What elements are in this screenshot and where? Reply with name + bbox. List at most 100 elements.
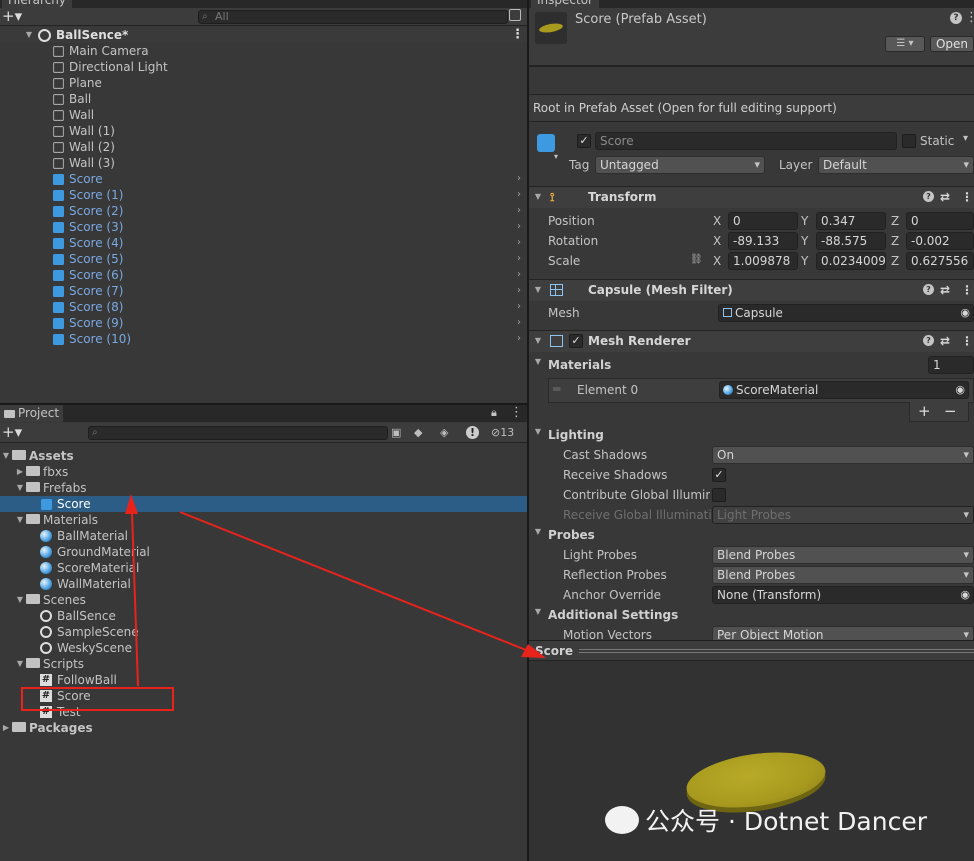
hierarchy-item[interactable]: Score › [0,171,527,187]
constrain-proportions-icon[interactable]: ⛓ [690,254,703,265]
project-item[interactable]: ▼ Materials [0,512,527,528]
project-item[interactable]: ▶ fbxs [0,464,527,480]
transform-header[interactable]: ▼ ⟟ Transform ? ⇄ ⋮ [529,186,974,208]
open-prefab-chevron-icon[interactable]: › [517,283,521,299]
search-by-type-icon[interactable]: ▣ [391,426,401,440]
lock-icon[interactable]: 🔒︎ [491,406,497,420]
project-item[interactable]: BallMaterial [0,528,527,544]
hierarchy-item[interactable]: Score (2) › [0,203,527,219]
help-icon[interactable]: ? [950,12,962,24]
scene-header[interactable]: ▼ BallSence* ⋮ [0,27,527,43]
rotation-x-field[interactable]: -89.133 [728,232,798,250]
project-item[interactable]: Score [0,496,527,512]
scale-z-field[interactable]: 0.627556 [906,252,974,270]
probes-expand-icon[interactable]: ▼ [533,527,543,536]
expand-arrow-icon[interactable]: ▼ [15,480,25,496]
expand-arrow-icon[interactable]: ▼ [15,592,25,608]
help-icon[interactable]: ? [923,335,934,346]
error-filter-icon[interactable]: ! [466,426,479,439]
open-prefab-chevron-icon[interactable]: › [517,171,521,187]
hierarchy-item[interactable]: Wall (1) [0,123,527,139]
lighting-expand-icon[interactable]: ▼ [533,427,543,436]
more-menu-icon[interactable]: ⋮ [961,280,973,300]
project-item[interactable]: ▼ Scripts [0,656,527,672]
layer-dropdown[interactable]: Default [818,156,974,174]
filter-by-type-icon[interactable]: ◆ [414,426,422,440]
project-item[interactable]: # Test [0,704,527,720]
hierarchy-item[interactable]: Wall (3) [0,155,527,171]
more-menu-icon[interactable]: ⋮ [961,187,973,207]
tab-inspector[interactable]: Inspector [531,0,599,8]
remove-element-button[interactable]: − [944,402,957,420]
object-name-field[interactable]: Score [595,132,897,150]
scale-y-field[interactable]: 0.0234009 [816,252,886,270]
expand-arrow-icon[interactable]: ▼ [15,656,25,672]
create-asset-button[interactable]: +▾ [2,424,22,440]
object-picker-icon[interactable]: ◉ [960,305,970,321]
materials-count-field[interactable]: 1 [928,356,974,374]
open-prefab-chevron-icon[interactable]: › [517,187,521,203]
y-axis-label[interactable]: Y [801,213,808,229]
position-z-field[interactable]: 0 [906,212,974,230]
z-axis-label[interactable]: Z [891,233,899,249]
hierarchy-item[interactable]: Score (5) › [0,251,527,267]
hierarchy-item[interactable]: Score (10) › [0,331,527,347]
project-item[interactable]: ▼ Scenes [0,592,527,608]
open-prefab-chevron-icon[interactable]: › [517,331,521,347]
hierarchy-item[interactable]: Main Camera [0,43,527,59]
project-item[interactable]: GroundMaterial [0,544,527,560]
position-x-field[interactable]: 0 [728,212,798,230]
hierarchy-item[interactable]: Score (9) › [0,315,527,331]
anchor-override-field[interactable]: None (Transform) ◉ [712,586,974,604]
expand-arrow-icon[interactable]: ▼ [533,331,543,351]
tag-dropdown[interactable]: Untagged [595,156,765,174]
hidden-packages-icon[interactable]: ⊘13 [491,426,514,440]
open-prefab-button[interactable]: Open [930,36,974,52]
reflection-probes-dropdown[interactable]: Blend Probes [712,566,974,584]
materials-expand-icon[interactable]: ▼ [533,357,543,366]
hierarchy-search-input[interactable]: ⌕ All [198,10,508,24]
static-checkbox[interactable] [902,134,916,148]
presets-icon[interactable]: ⇄ [940,331,950,351]
expand-arrow-icon[interactable]: ▼ [24,27,34,43]
light-probes-dropdown[interactable]: Blend Probes [712,546,974,564]
presets-icon[interactable]: ⇄ [940,280,950,300]
z-axis-label[interactable]: Z [891,213,899,229]
project-item[interactable]: SampleScene [0,624,527,640]
more-menu-icon[interactable]: ⋮ [510,405,523,420]
open-prefab-chevron-icon[interactable]: › [517,267,521,283]
project-item[interactable]: WallMaterial [0,576,527,592]
hierarchy-item[interactable]: Score (4) › [0,235,527,251]
project-item[interactable]: ScoreMaterial [0,560,527,576]
mesh-filter-header[interactable]: ▼ Capsule (Mesh Filter) ? ⇄ ⋮ [529,279,974,301]
mesh-renderer-header[interactable]: ▼ ✓ Mesh Renderer ? ⇄ ⋮ [529,330,974,352]
rotation-y-field[interactable]: -88.575 [816,232,886,250]
hierarchy-item[interactable]: Wall [0,107,527,123]
open-prefab-chevron-icon[interactable]: › [517,299,521,315]
expand-arrow-icon[interactable]: ▼ [533,187,543,207]
x-axis-label[interactable]: X [713,253,721,269]
open-prefab-chevron-icon[interactable]: › [517,203,521,219]
add-element-button[interactable]: + [918,402,931,420]
y-axis-label[interactable]: Y [801,233,808,249]
hierarchy-item[interactable]: Score (7) › [0,283,527,299]
static-dropdown-arrow[interactable]: ▾ [963,133,968,144]
x-axis-label[interactable]: X [713,213,721,229]
rotation-z-field[interactable]: -0.002 [906,232,974,250]
help-icon[interactable]: ? [923,284,934,295]
receive-shadows-checkbox[interactable]: ✓ [712,468,726,482]
project-item[interactable]: ▶ Packages [0,720,527,736]
more-menu-icon[interactable]: ⋮ [511,27,524,43]
additional-expand-icon[interactable]: ▼ [533,607,543,616]
icon-dropdown-arrow[interactable]: ▾ [554,152,558,161]
element-0-material-field[interactable]: ScoreMaterial ◉ [719,381,969,399]
project-item[interactable]: WeskyScene [0,640,527,656]
hierarchy-item[interactable]: Score (6) › [0,267,527,283]
hierarchy-item[interactable]: Score (8) › [0,299,527,315]
hierarchy-item[interactable]: Ball [0,91,527,107]
open-prefab-chevron-icon[interactable]: › [517,235,521,251]
open-prefab-chevron-icon[interactable]: › [517,219,521,235]
hierarchy-item[interactable]: Score (1) › [0,187,527,203]
preview-header[interactable]: Score [529,641,974,661]
project-item[interactable]: ▼ Assets [0,448,527,464]
